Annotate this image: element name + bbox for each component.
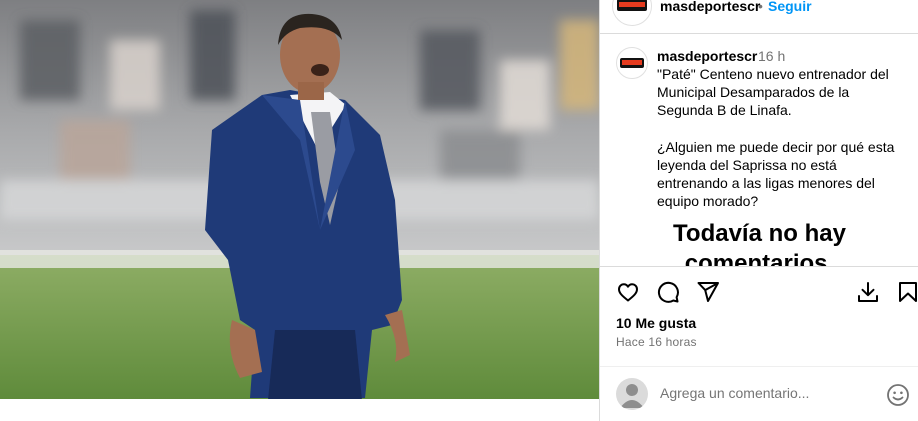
comment-icon — [657, 281, 679, 303]
default-user-icon — [620, 384, 644, 408]
like-button[interactable] — [614, 278, 642, 306]
emoji-button[interactable] — [886, 383, 910, 407]
save-button[interactable] — [894, 278, 918, 306]
likes-count[interactable]: 10 Me gusta — [616, 315, 696, 331]
post-header: masdeportescr • Seguir — [600, 0, 918, 34]
post-photo-illustration — [0, 0, 599, 399]
current-user-avatar[interactable] — [616, 378, 648, 410]
caption-username[interactable]: masdeportescr — [657, 48, 757, 64]
share-button[interactable] — [694, 278, 722, 306]
download-icon — [858, 282, 878, 302]
photo-bottom-gap — [0, 399, 599, 421]
comment-bar — [600, 366, 918, 421]
caption-area: masdeportescr 16 h "Paté" Centeno nuevo … — [600, 35, 918, 266]
account-avatar[interactable] — [612, 0, 652, 26]
post-side-panel: masdeportescr • Seguir masdeportescr 16 … — [599, 0, 918, 421]
mas-deportes-logo — [617, 0, 647, 11]
header-username[interactable]: masdeportescr — [660, 0, 760, 14]
section-divider — [600, 266, 918, 267]
caption-text: "Paté" Centeno nuevo entrenador del Muni… — [657, 66, 895, 210]
caption-time[interactable]: 16 h — [758, 48, 785, 64]
comment-button[interactable] — [654, 278, 682, 306]
caption-avatar[interactable] — [616, 47, 648, 79]
download-button[interactable] — [854, 278, 882, 306]
post-image[interactable] — [0, 0, 599, 399]
heart-icon — [618, 283, 638, 302]
follow-button[interactable]: Seguir — [768, 0, 812, 14]
no-comments-message: Todavía no hay comentarios. — [673, 220, 846, 266]
emoji-icon — [887, 384, 909, 406]
action-bar — [600, 278, 918, 308]
header-separator: • — [758, 0, 763, 14]
post-time[interactable]: Hace 16 horas — [616, 335, 697, 349]
mas-deportes-logo — [620, 58, 644, 68]
bookmark-icon — [899, 282, 917, 302]
comment-input[interactable] — [660, 385, 870, 401]
share-icon — [697, 282, 719, 302]
